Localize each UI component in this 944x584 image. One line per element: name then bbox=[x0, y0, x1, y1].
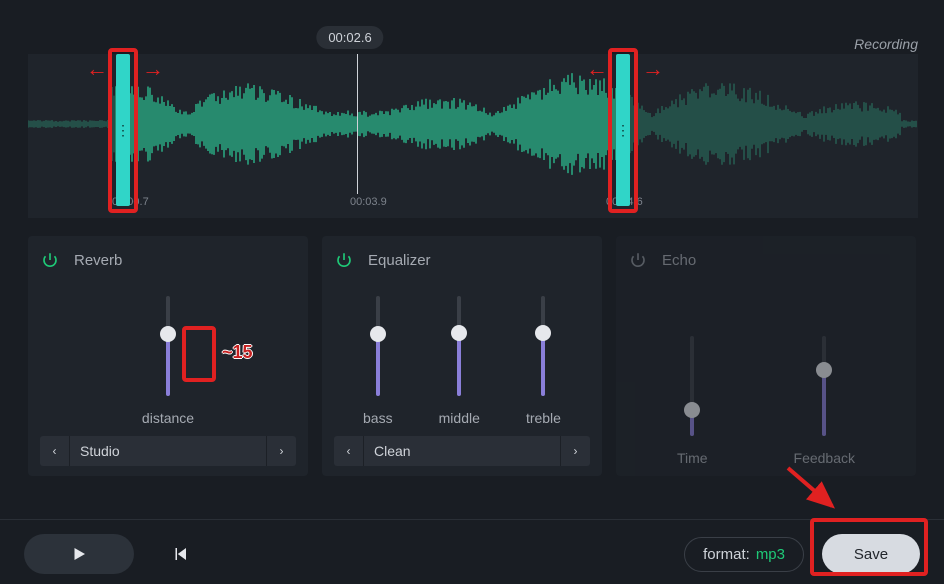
panel-title: Echo bbox=[662, 252, 696, 269]
trim-handle-right[interactable] bbox=[616, 54, 630, 206]
slider-label: Feedback bbox=[794, 450, 855, 466]
slider-label: middle bbox=[439, 410, 480, 426]
preset-selector-equalizer: ‹ Clean › bbox=[334, 436, 590, 466]
time-ruler: 00:00.7 00:03.9 00:04.6 bbox=[28, 194, 918, 218]
play-button[interactable] bbox=[24, 534, 134, 574]
skip-previous-icon bbox=[171, 545, 189, 563]
slider-bass[interactable]: bass bbox=[363, 296, 393, 426]
panel-reverb: Reverb distance ‹ Studio › bbox=[28, 236, 308, 476]
recording-status: Recording bbox=[854, 36, 918, 52]
power-icon[interactable] bbox=[334, 250, 354, 270]
playhead[interactable] bbox=[357, 54, 358, 194]
waveform-svg bbox=[28, 54, 918, 194]
annotation-callout-distance: ~15 bbox=[222, 342, 253, 363]
panel-title: Reverb bbox=[74, 252, 122, 269]
effects-panels: Reverb distance ‹ Studio › Equalizer bbox=[28, 236, 918, 476]
power-icon[interactable] bbox=[40, 250, 60, 270]
preset-selector-reverb: ‹ Studio › bbox=[40, 436, 296, 466]
slider-treble[interactable]: treble bbox=[526, 296, 561, 426]
preset-name[interactable]: Studio bbox=[70, 436, 266, 466]
skip-to-start-button[interactable] bbox=[168, 542, 192, 566]
format-value: mp3 bbox=[756, 546, 785, 563]
slider-label: distance bbox=[142, 410, 194, 426]
panel-echo: Echo Time Feedback bbox=[616, 236, 916, 476]
slider-feedback[interactable]: Feedback bbox=[794, 336, 855, 466]
panel-title: Equalizer bbox=[368, 252, 431, 269]
play-icon bbox=[70, 545, 88, 563]
waveform-area[interactable]: 00:00.7 00:03.9 00:04.6 bbox=[28, 54, 918, 218]
bottom-bar: format: mp3 Save bbox=[0, 519, 944, 574]
panel-equalizer: Equalizer bass middle treble ‹ Clean › bbox=[322, 236, 602, 476]
preset-prev-button[interactable]: ‹ bbox=[334, 436, 364, 466]
slider-distance[interactable]: distance bbox=[142, 296, 194, 426]
timestamp-pill: 00:02.6 bbox=[316, 26, 383, 49]
save-button[interactable]: Save bbox=[822, 534, 920, 574]
preset-prev-button[interactable]: ‹ bbox=[40, 436, 70, 466]
slider-label: Time bbox=[677, 450, 708, 466]
preset-next-button[interactable]: › bbox=[560, 436, 590, 466]
trim-handle-left[interactable] bbox=[116, 54, 130, 206]
preset-name[interactable]: Clean bbox=[364, 436, 560, 466]
ruler-center-time: 00:03.9 bbox=[350, 196, 387, 208]
slider-label: bass bbox=[363, 410, 393, 426]
format-selector[interactable]: format: mp3 bbox=[684, 537, 804, 572]
slider-middle[interactable]: middle bbox=[439, 296, 480, 426]
power-icon[interactable] bbox=[628, 250, 648, 270]
preset-next-button[interactable]: › bbox=[266, 436, 296, 466]
format-label: format: bbox=[703, 546, 750, 563]
slider-time[interactable]: Time bbox=[677, 336, 708, 466]
slider-label: treble bbox=[526, 410, 561, 426]
